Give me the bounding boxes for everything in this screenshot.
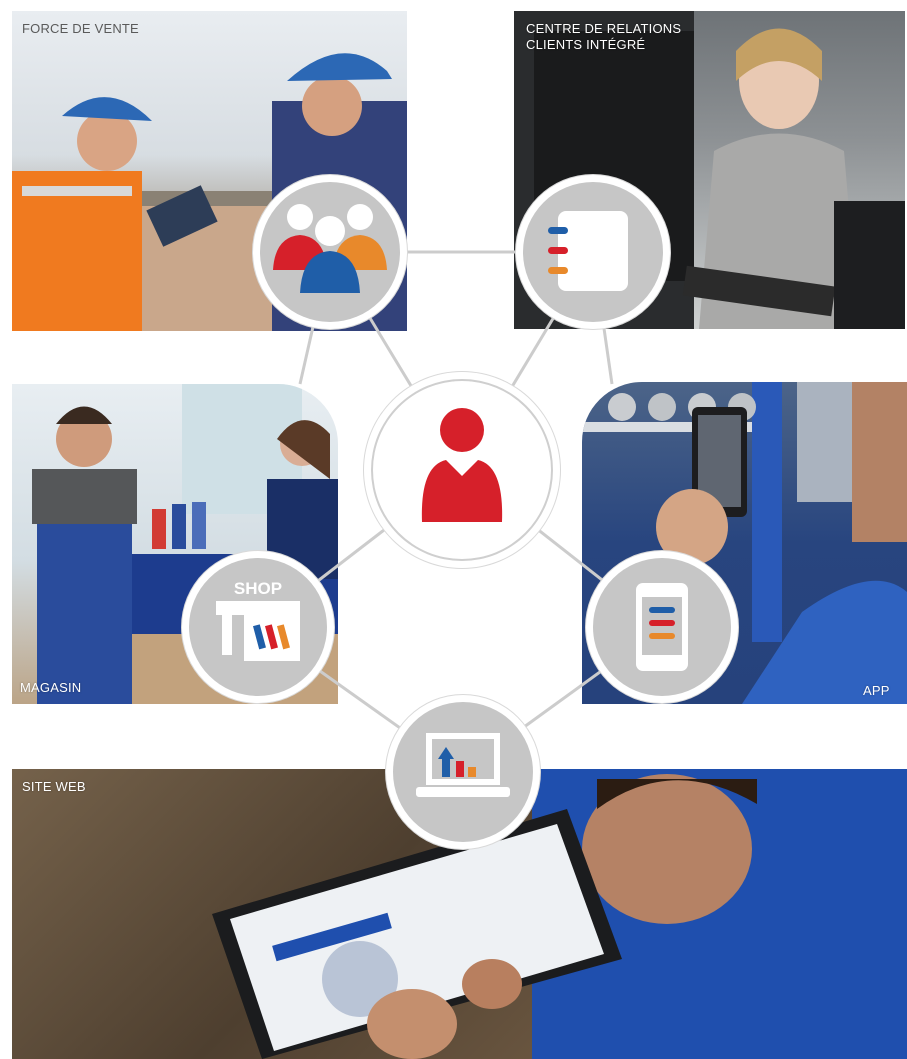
laptop-node[interactable] bbox=[386, 695, 540, 849]
shop-node[interactable]: SHOP bbox=[182, 551, 334, 703]
team-node[interactable] bbox=[253, 175, 407, 329]
smartphone-icon bbox=[636, 583, 688, 671]
contact-book-icon bbox=[548, 211, 628, 291]
customer-icon bbox=[421, 408, 503, 522]
shop-icon bbox=[216, 601, 300, 661]
contact-book-node[interactable] bbox=[516, 175, 670, 329]
shop-icon-text: SHOP bbox=[233, 579, 283, 598]
laptop-chart-icon bbox=[416, 733, 510, 797]
smartphone-node[interactable] bbox=[586, 551, 738, 703]
customer-node[interactable] bbox=[364, 372, 560, 568]
team-icon bbox=[273, 204, 387, 293]
